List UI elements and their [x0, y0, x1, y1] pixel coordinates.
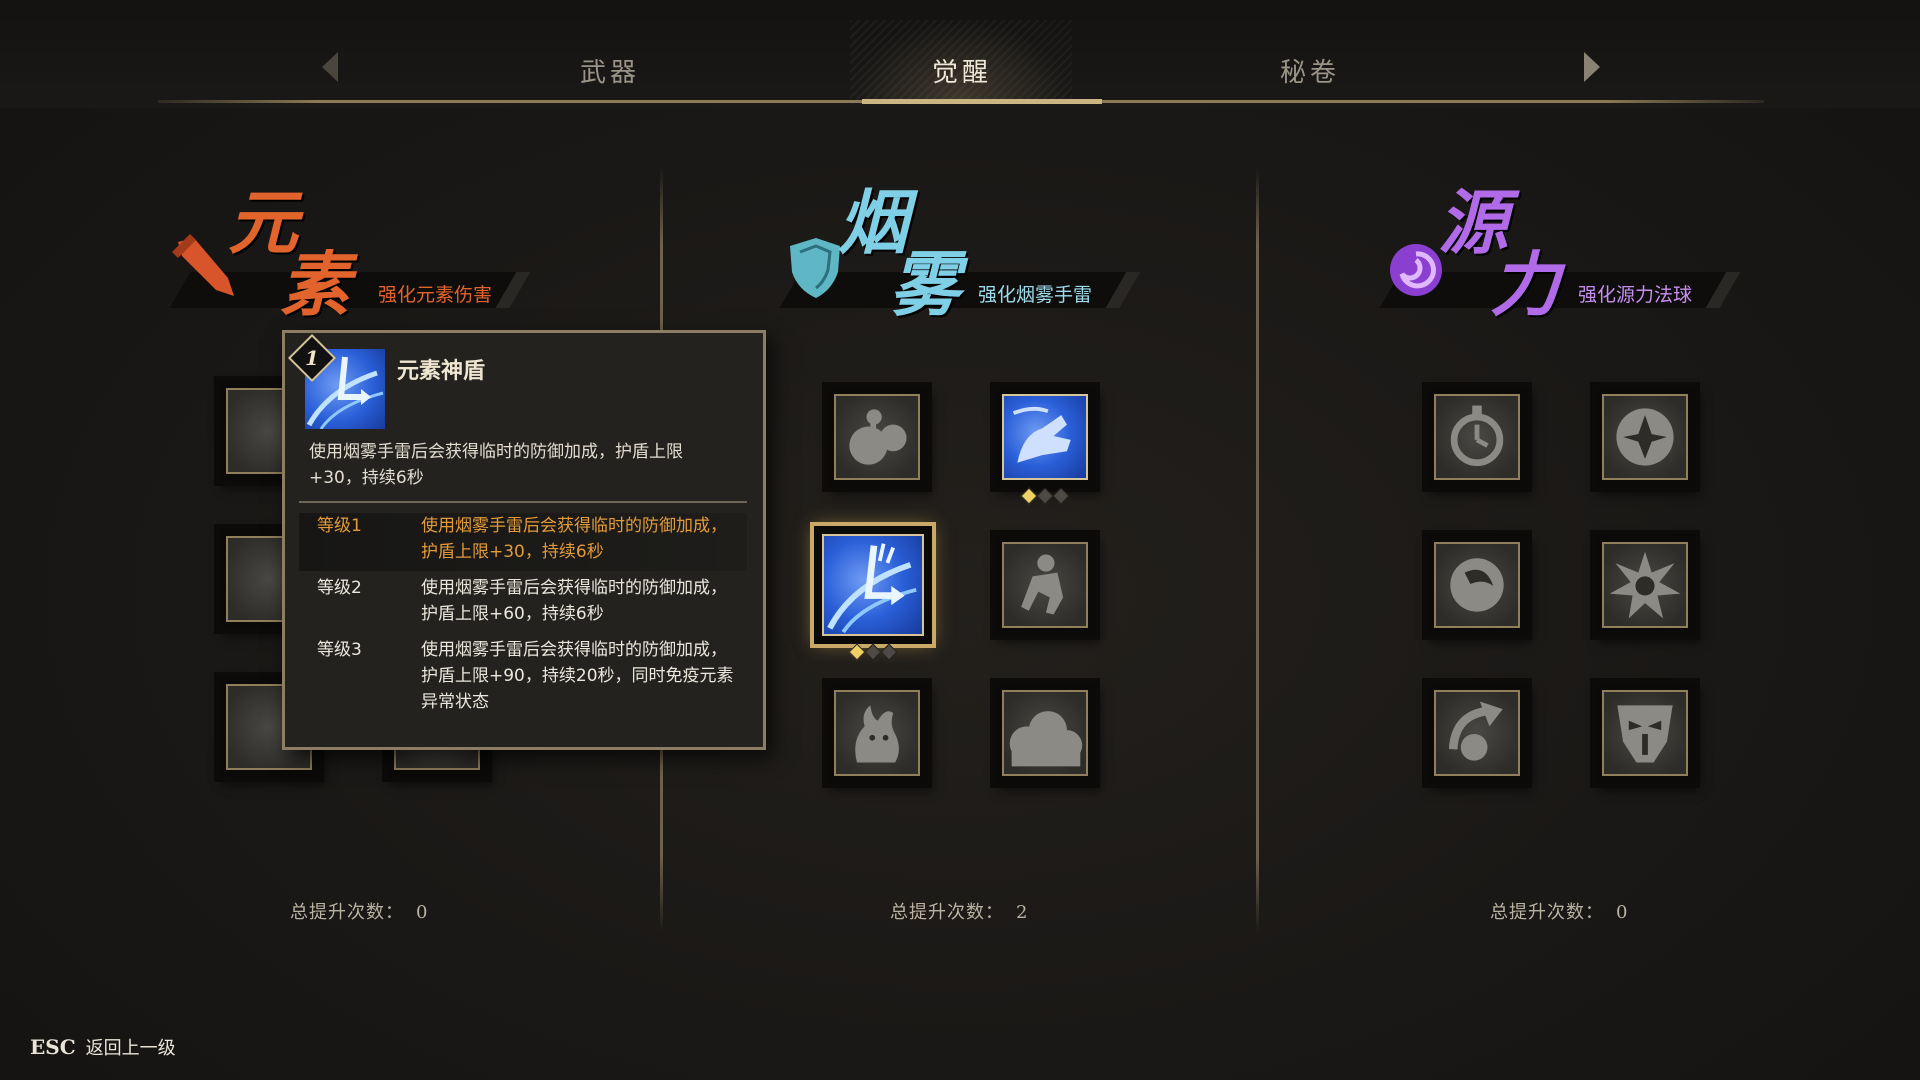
tooltip-level-row: 等级2 使用烟雾手雷后会获得临时的防御加成，护盾上限+60，持续6秒	[299, 575, 747, 633]
hand-icon	[1012, 406, 1071, 463]
skill-slot-crouch[interactable]	[994, 534, 1096, 636]
skill-slot-bomb[interactable]	[826, 386, 928, 488]
shield-shatter-icon	[827, 543, 917, 634]
total-label: 总提升次数：	[290, 902, 404, 923]
skill-slot-smoke-cloud[interactable]	[994, 682, 1096, 784]
level-pips	[848, 643, 898, 661]
banner-title-char-2: 素	[280, 243, 350, 326]
mask-icon	[1617, 705, 1673, 763]
skill-slot-stopwatch[interactable]	[1426, 386, 1528, 488]
level-label: 等级1	[317, 516, 362, 536]
banner-title-char-2: 力	[1490, 243, 1560, 326]
skill-slot-orb[interactable]	[1426, 534, 1528, 636]
skill-slot-element-shield[interactable]	[814, 526, 932, 661]
level-text: 使用烟雾手雷后会获得临时的防御加成，护盾上限+60，持续6秒	[421, 578, 727, 624]
esc-key-label: ESC	[30, 1035, 76, 1059]
spiky-burst-icon	[1609, 551, 1681, 619]
skill-slot-demon[interactable]	[826, 682, 928, 784]
skill-slot-shuriken[interactable]	[1594, 386, 1696, 488]
arrow-swirl-icon	[1448, 701, 1503, 761]
skill-slot-mask[interactable]	[1594, 682, 1696, 784]
skill-tooltip: 1 元素神盾 使用烟雾手雷后会获得临时的防御加成，护盾上限+30，持续6秒 等级…	[282, 330, 766, 750]
bomb-icon	[849, 409, 907, 465]
total-value: 0	[416, 902, 429, 923]
back-hint[interactable]: ESC 返回上一级	[30, 1034, 176, 1060]
total-label: 总提升次数：	[1490, 902, 1604, 923]
total-value: 2	[1016, 902, 1029, 923]
back-label: 返回上一级	[85, 1038, 176, 1059]
tab-secret-scroll[interactable]: 秘卷	[1280, 52, 1340, 89]
banner-subtitle: 强化源力法球	[1578, 284, 1693, 306]
column-divider	[1256, 168, 1259, 932]
tooltip-divider	[299, 501, 747, 503]
crouch-figure-icon	[1021, 554, 1064, 615]
category-banner-smoke: 烟 雾 强化烟雾手雷	[770, 180, 1150, 320]
rank-badge-number: 1	[305, 346, 319, 370]
tooltip-skill-name: 元素神盾	[397, 358, 486, 384]
total-upgrades-smoke: 总提升次数： 2	[890, 898, 1028, 924]
level-pips	[1020, 487, 1070, 505]
total-value: 0	[1616, 902, 1629, 923]
skill-slot-arrow-swirl[interactable]	[1426, 682, 1528, 784]
stopwatch-icon	[1450, 405, 1504, 467]
total-upgrades-source: 总提升次数： 0	[1490, 898, 1628, 924]
tooltip-level-row: 等级1 使用烟雾手雷后会获得临时的防御加成，护盾上限+30，持续6秒	[299, 513, 747, 571]
active-tab-indicator	[862, 99, 1102, 104]
level-label: 等级2	[317, 578, 362, 598]
banner-title-char-2: 雾	[890, 243, 960, 326]
category-banner-source: 源 力 强化源力法球	[1370, 180, 1750, 320]
level-text: 使用烟雾手雷后会获得临时的防御加成，护盾上限+90，持续20秒，同时免疫元素异常…	[421, 640, 734, 712]
smoke-cloud-icon	[1009, 711, 1083, 767]
level-label: 等级3	[317, 640, 362, 660]
banner-subtitle: 强化元素伤害	[378, 284, 493, 306]
prev-tab-arrow-icon[interactable]	[322, 52, 338, 82]
banner-subtitle: 强化烟雾手雷	[978, 284, 1093, 306]
total-upgrades-element: 总提升次数： 0	[290, 898, 428, 924]
skill-slot-hand[interactable]	[994, 386, 1096, 505]
tab-awakening[interactable]: 觉醒	[932, 52, 992, 89]
shuriken-icon	[1616, 408, 1674, 466]
demon-icon	[855, 705, 899, 763]
tooltip-level-row: 等级3 使用烟雾手雷后会获得临时的防御加成，护盾上限+90，持续20秒，同时免疫…	[299, 637, 747, 721]
skill-slot-spiky-burst[interactable]	[1594, 534, 1696, 636]
next-tab-arrow-icon[interactable]	[1584, 52, 1600, 82]
level-text: 使用烟雾手雷后会获得临时的防御加成，护盾上限+30，持续6秒	[421, 516, 727, 562]
tab-weapon[interactable]: 武器	[580, 52, 640, 89]
tooltip-description: 使用烟雾手雷后会获得临时的防御加成，护盾上限+30，持续6秒	[309, 442, 683, 488]
total-label: 总提升次数：	[890, 902, 1004, 923]
category-banner-element: 元 素 强化元素伤害	[160, 180, 540, 320]
orb-icon	[1450, 558, 1504, 612]
